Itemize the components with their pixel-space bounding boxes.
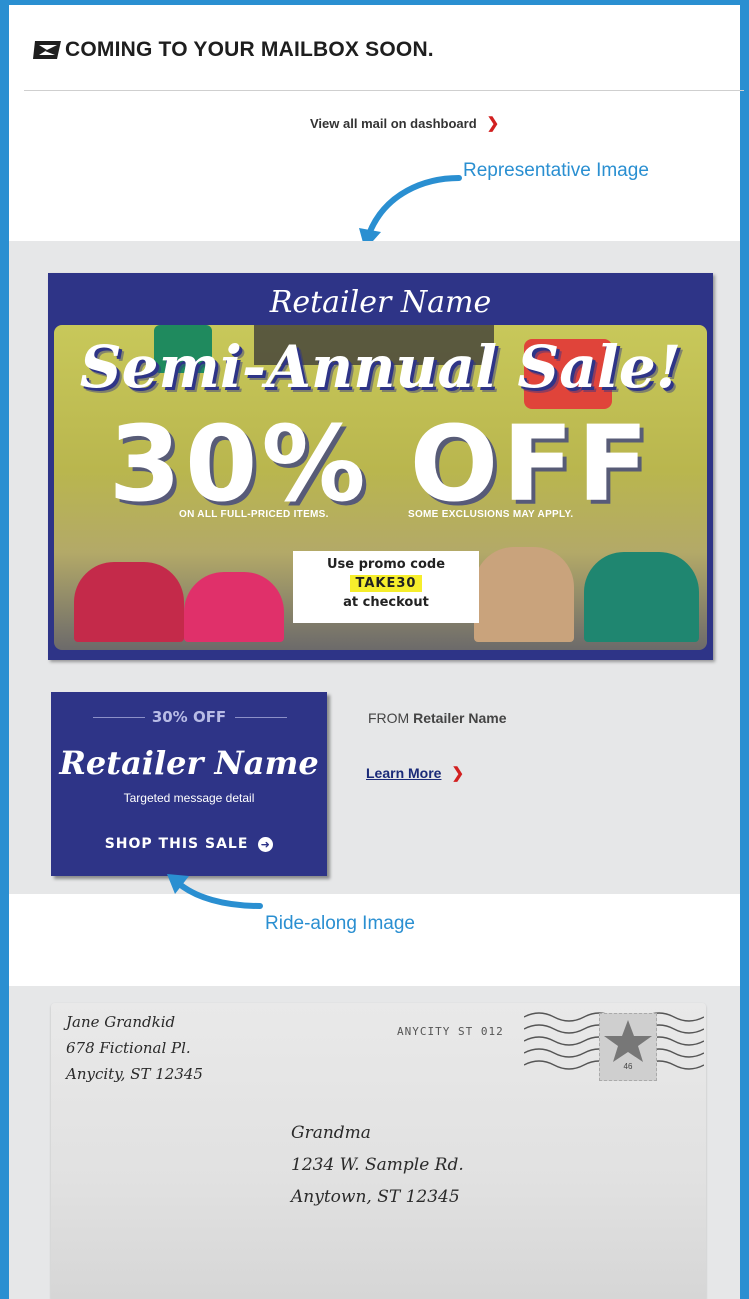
- learn-more-label[interactable]: Learn More: [366, 765, 441, 781]
- mailpiece-scan: Jane Grandkid 678 Fictional Pl. Anycity,…: [51, 1003, 706, 1299]
- shoe-nude: [474, 547, 574, 642]
- shop-sale-button[interactable]: SHOP THIS SALE ➜: [51, 836, 327, 852]
- recipient-address: Grandma 1234 W. Sample Rd. Anytown, ST 1…: [291, 1117, 464, 1213]
- shoe-red-1: [74, 562, 184, 642]
- sender-name: Retailer Name: [413, 710, 507, 726]
- page-title: COMING TO YOUR MAILBOX SOON.: [65, 38, 434, 61]
- recipient-line: Anytown, ST 12345: [291, 1187, 460, 1207]
- return-line: Jane Grandkid: [66, 1013, 176, 1031]
- from-prefix: FROM: [368, 710, 410, 726]
- stamp-value: 46: [623, 1062, 633, 1071]
- shop-sale-label: SHOP THIS SALE: [104, 836, 249, 852]
- callout-ride-along: Ride-along Image: [265, 913, 415, 934]
- callout-representative: Representative Image: [463, 160, 649, 181]
- divider: [24, 90, 744, 91]
- ride-brand: Retailer Name: [59, 744, 319, 782]
- promo-box: Use promo code TAKE30 at checkout: [293, 551, 479, 623]
- promo-line3: at checkout: [343, 595, 429, 610]
- recipient-line: Grandma: [291, 1123, 371, 1143]
- hero-photo: Semi-Annual Sale! 30% OFF ON ALL FULL-PR…: [54, 325, 707, 650]
- from-line: FROM Retailer Name: [368, 710, 507, 726]
- view-dashboard-link[interactable]: View all mail on dashboard ❯: [310, 114, 499, 132]
- hero-brand: Retailer Name: [269, 285, 492, 320]
- stamp: 46: [599, 1013, 657, 1081]
- ride-detail: Targeted message detail: [123, 791, 255, 805]
- learn-more-link[interactable]: Learn More ❯: [366, 764, 464, 782]
- postmark-text: ANYCITY ST 012: [397, 1025, 504, 1038]
- hero-headline: Semi-Annual Sale!: [79, 333, 682, 401]
- shoe-green: [584, 552, 699, 642]
- chevron-right-icon: ❯: [486, 115, 500, 132]
- return-address: Jane Grandkid 678 Fictional Pl. Anycity,…: [66, 1009, 203, 1087]
- ride-percent: 30% OFF: [151, 708, 227, 726]
- star-icon: [604, 1020, 652, 1062]
- view-dashboard-label: View all mail on dashboard: [310, 115, 477, 131]
- curved-arrow-icon: [167, 874, 263, 909]
- fineprint-left: ON ALL FULL-PRICED ITEMS.: [179, 509, 329, 520]
- return-line: Anycity, ST 12345: [66, 1065, 203, 1083]
- fineprint-right: SOME EXCLUSIONS MAY APPLY.: [408, 509, 574, 520]
- promo-line1: Use promo code: [326, 557, 446, 572]
- chevron-right-icon: ❯: [451, 765, 465, 782]
- ride-along-image[interactable]: 30% OFF Retailer Name Targeted message d…: [51, 692, 327, 876]
- arrow-circle-icon: ➜: [258, 836, 274, 852]
- promo-code: TAKE30: [349, 575, 423, 592]
- return-line: 678 Fictional Pl.: [66, 1039, 191, 1057]
- shoe-pink-1: [184, 572, 284, 642]
- eagle-logo-icon: [33, 41, 61, 59]
- representative-image[interactable]: Retailer Name Semi-Annual Sale! 30% OFF …: [48, 273, 713, 660]
- recipient-line: 1234 W. Sample Rd.: [291, 1155, 464, 1175]
- header: COMING TO YOUR MAILBOX SOON.: [33, 38, 434, 62]
- hero-discount: 30% OFF: [108, 403, 653, 525]
